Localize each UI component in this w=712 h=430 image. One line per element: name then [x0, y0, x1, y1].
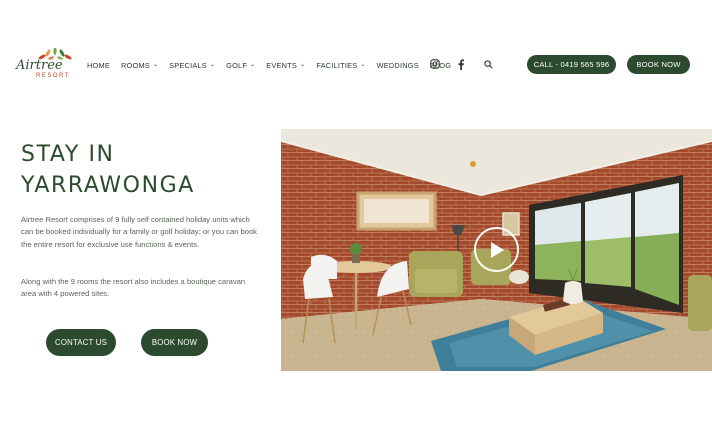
call-button[interactable]: CALL - 0419 565 596 — [527, 55, 616, 74]
nav-home-label: HOME — [87, 60, 110, 70]
caravan-paragraph: Along with the 9 rooms the resort also i… — [21, 277, 246, 299]
nav-rooms[interactable]: ROOMS ⌄ — [121, 61, 158, 70]
chevron-down-icon: ⌄ — [209, 61, 216, 68]
logo[interactable]: Airtree RESORT — [14, 48, 76, 82]
title-line-1: STAY IN — [21, 142, 115, 167]
instagram-icon[interactable] — [429, 58, 441, 70]
chevron-down-icon: ⌄ — [250, 61, 256, 68]
contact-us-button[interactable]: CONTACT US — [46, 329, 116, 356]
nav-golf-label: GOLF — [226, 60, 248, 70]
intro-paragraph: Airtree Resort comprises of 9 fully self… — [21, 215, 257, 249]
book-now-hero-button[interactable]: BOOK NOW — [141, 329, 208, 356]
main-nav: HOME ROOMS ⌄ SPECIALS ⌄ GOLF ⌄ EVENTS ⌄ FACI… — [87, 59, 462, 71]
chevron-down-icon: ⌄ — [152, 61, 159, 68]
nav-weddings-label: WEDDINGS — [376, 60, 419, 70]
nav-weddings[interactable]: WEDDINGS — [377, 61, 419, 70]
nav-home[interactable]: HOME — [87, 61, 110, 70]
chevron-down-icon: ⌄ — [300, 61, 306, 68]
logo-subtitle: RESORT — [36, 73, 70, 79]
nav-events-label: EVENTS — [266, 60, 298, 70]
nav-golf[interactable]: GOLF ⌄ — [226, 61, 255, 70]
nav-events[interactable]: EVENTS ⌄ — [266, 61, 305, 70]
nav-facilities[interactable]: FACILITIES ⌄ — [316, 61, 365, 70]
play-icon — [490, 241, 504, 258]
nav-specials[interactable]: SPECIALS ⌄ — [169, 61, 215, 70]
nav-rooms-label: ROOMS — [120, 60, 150, 70]
title-line-2: YARRAWONGA — [21, 173, 195, 198]
nav-specials-label: SPECIALS — [169, 60, 207, 70]
room-video-thumbnail[interactable] — [281, 129, 712, 371]
nav-facilities-label: FACILITIES — [316, 60, 358, 70]
logo-name: Airtree — [16, 58, 63, 73]
play-button[interactable] — [474, 227, 519, 272]
facebook-icon[interactable] — [455, 58, 467, 70]
book-now-header-button[interactable]: BOOK NOW — [627, 55, 690, 74]
search-icon[interactable] — [482, 58, 494, 70]
chevron-down-icon: ⌄ — [360, 61, 366, 68]
page-title: STAY IN YARRAWONGA — [21, 139, 261, 201]
